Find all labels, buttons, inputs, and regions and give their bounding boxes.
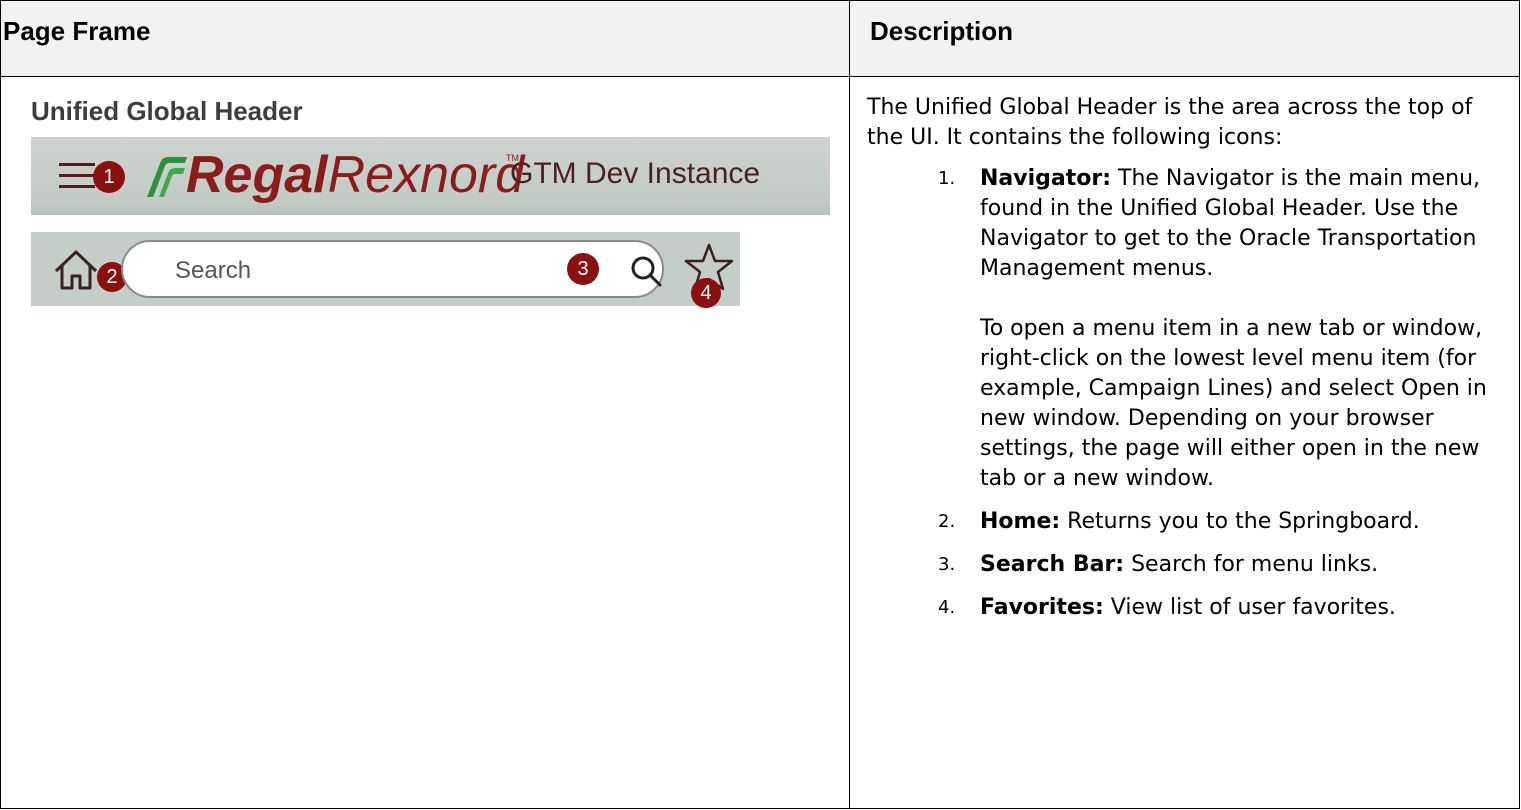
list-item-body: Returns you to the Springboard. <box>1060 509 1420 534</box>
list-item: 4. Favorites: View list of user favorite… <box>867 593 1499 623</box>
search-bar-banner: 2 Search 3 4 <box>31 232 740 308</box>
description-intro: The Unified Global Header is the area ac… <box>867 95 1473 150</box>
icon-description-list: 1. Navigator: The Navigator is the main … <box>867 164 1499 623</box>
description-cell: The Unified Global Header is the area ac… <box>849 76 1520 809</box>
list-item-label: Home: <box>980 509 1061 534</box>
header-page-frame: Page Frame <box>0 0 850 77</box>
list-item-label: Favorites: <box>980 595 1104 620</box>
document-table: Page Frame Description Unified Global He… <box>0 0 1520 809</box>
header-description: Description <box>849 0 1520 77</box>
company-logo: RegalRexnord <box>186 145 524 205</box>
logo-light-text: Rexnord <box>327 146 525 204</box>
list-item-body: View list of user favorites. <box>1103 595 1396 620</box>
list-item-label: Navigator: <box>980 166 1112 191</box>
logo-mark-icon <box>147 157 187 197</box>
list-item: 3. Search Bar: Search for menu links. <box>867 550 1499 580</box>
list-item-body: Search for menu links. <box>1124 552 1379 577</box>
list-item: 2. Home: Returns you to the Springboard. <box>867 507 1499 537</box>
table-header-row: Page Frame Description <box>0 0 1520 77</box>
search-placeholder: Search <box>175 257 252 284</box>
callout-badge-3: 3 <box>567 253 599 285</box>
global-header-banner: 1 RegalRexnord TM GTM Dev Instance <box>31 137 830 215</box>
list-item-number: 1. <box>938 168 956 189</box>
hamburger-icon[interactable] <box>59 161 95 191</box>
list-item: 1. Navigator: The Navigator is the main … <box>867 164 1499 494</box>
list-item-extra-text: To open a menu item in a new tab or wind… <box>980 316 1487 491</box>
search-icon[interactable] <box>629 254 663 288</box>
list-item-text: Favorites: View list of user favorites. <box>980 593 1499 623</box>
logo-bold-text: Regal <box>186 146 328 204</box>
list-item-number: 3. <box>938 554 956 575</box>
page-frame-cell: Unified Global Header 1 RegalRexnord TM … <box>0 76 850 809</box>
table-row: Unified Global Header 1 RegalRexnord TM … <box>0 76 1520 809</box>
list-item-text: Navigator: The Navigator is the main men… <box>980 164 1499 284</box>
home-icon[interactable] <box>53 249 99 291</box>
callout-badge-1: 1 <box>93 161 125 193</box>
instance-name: GTM Dev Instance <box>510 157 761 190</box>
list-item-number: 2. <box>938 511 956 532</box>
list-item-label: Search Bar: <box>980 552 1125 577</box>
list-item-text: Search Bar: Search for menu links. <box>980 550 1499 580</box>
section-title: Unified Global Header <box>31 96 303 126</box>
list-item-text: Home: Returns you to the Springboard. <box>980 507 1499 537</box>
list-item-number: 4. <box>938 597 956 618</box>
callout-badge-4: 4 <box>691 278 721 308</box>
search-input[interactable]: Search 3 <box>121 240 664 298</box>
